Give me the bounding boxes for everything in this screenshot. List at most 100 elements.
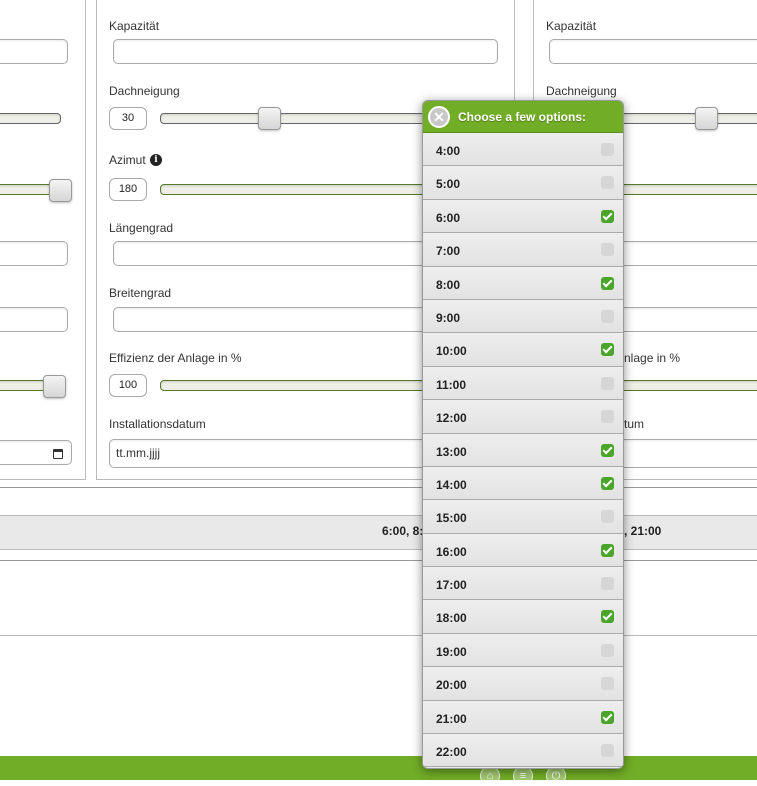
section-divider [0, 635, 757, 636]
checked-checkbox-icon[interactable] [601, 710, 614, 724]
option-label: 8:00 [436, 277, 461, 292]
selected-hours-text: 6:00, 8: [382, 524, 424, 538]
left-kapazitaet-input[interactable] [0, 39, 68, 64]
option-label: 14:00 [436, 477, 467, 492]
option-label: 22:00 [436, 745, 467, 760]
calendar-icon[interactable] [53, 449, 63, 459]
dachneigung-number-input[interactable]: 30 [109, 107, 147, 130]
option-label: 9:00 [436, 310, 461, 325]
option-15-00[interactable]: 15:00 [423, 500, 623, 534]
effizienz-slider-track[interactable] [160, 380, 440, 391]
menu-icon[interactable]: ≡ [513, 766, 533, 786]
unchecked-checkbox-icon[interactable] [601, 143, 614, 156]
unchecked-checkbox-icon[interactable] [601, 744, 614, 758]
unchecked-checkbox-icon[interactable] [601, 376, 614, 390]
option-label: 18:00 [436, 611, 467, 626]
right-dachneigung-slider-handle[interactable] [695, 107, 718, 130]
option-5-00[interactable]: 5:00 [423, 166, 623, 200]
option-13-00[interactable]: 13:00 [423, 433, 623, 467]
kapazitaet-label: Kapazität [109, 19, 160, 33]
option-label: 20:00 [436, 678, 467, 693]
option-label: 11:00 [436, 377, 467, 392]
unchecked-checkbox-icon[interactable] [601, 510, 614, 524]
info-icon[interactable]: i [150, 154, 162, 166]
option-8-00[interactable]: 8:00 [423, 266, 623, 300]
right-effizienz-label: nlage in % [624, 351, 681, 365]
installationsdatum-label: Installationsdatum [109, 417, 206, 431]
right-kapazitaet-input[interactable] [549, 39, 757, 64]
laengengrad-label: Längengrad [109, 221, 174, 235]
breitengrad-label: Breitengrad [109, 286, 172, 300]
section-divider [0, 487, 757, 488]
option-11-00[interactable]: 11:00 [423, 366, 623, 401]
option-label: 17:00 [436, 578, 467, 593]
right-kapazitaet-label: Kapazität [546, 19, 597, 33]
option-17-00[interactable]: 17:00 [423, 567, 623, 601]
option-22-00[interactable]: 22:00 [423, 734, 623, 768]
option-6-00[interactable]: 6:00 [423, 199, 623, 234]
dachneigung-label: Dachneigung [109, 84, 180, 98]
options-list: 4:00 5:00 6:00 7:00 8:00 9:00 10:00 11:00 12:00 1… [423, 133, 623, 768]
left-settings-panel [0, 0, 86, 480]
right-installationsdatum-label: tum [624, 417, 645, 431]
close-icon[interactable]: ✕ [428, 106, 450, 128]
hour-select-popup: ✕ Choose a few options: 4:00 5:00 6:00 7:00… [422, 100, 624, 769]
unchecked-checkbox-icon[interactable] [601, 243, 614, 257]
option-16-00[interactable]: 16:00 [423, 533, 623, 568]
unchecked-checkbox-icon[interactable] [601, 677, 614, 691]
left-laengengrad-input[interactable] [0, 241, 68, 266]
option-label: 10:00 [436, 344, 467, 359]
laengengrad-input[interactable] [113, 241, 443, 266]
checked-checkbox-icon[interactable] [601, 209, 614, 223]
checked-checkbox-icon[interactable] [601, 476, 614, 490]
left-azimut-slider-handle[interactable] [49, 179, 72, 202]
option-label: 13:00 [436, 444, 467, 459]
option-label: 19:00 [436, 644, 467, 659]
left-effizienz-slider-handle[interactable] [43, 375, 66, 398]
option-label: 21:00 [436, 711, 467, 726]
option-4-00[interactable]: 4:00 [423, 133, 623, 167]
option-12-00[interactable]: 12:00 [423, 400, 623, 434]
popup-title: Choose a few options: [458, 110, 587, 124]
option-18-00[interactable]: 18:00 [423, 600, 623, 634]
kapazitaet-input[interactable] [113, 39, 498, 64]
unchecked-checkbox-icon[interactable] [601, 410, 614, 424]
left-dachneigung-slider-track[interactable] [0, 113, 61, 124]
installationsdatum-input[interactable]: tt.mm.jjjj [109, 439, 443, 468]
home-icon[interactable]: ⌂ [480, 766, 500, 786]
option-label: 12:00 [436, 411, 467, 426]
dachneigung-slider-handle[interactable] [258, 107, 281, 130]
unchecked-checkbox-icon[interactable] [601, 176, 614, 190]
checked-checkbox-icon[interactable] [601, 276, 614, 290]
checked-checkbox-icon[interactable] [601, 343, 614, 357]
section-divider [0, 560, 757, 561]
breitengrad-input[interactable] [113, 307, 443, 332]
option-20-00[interactable]: 20:00 [423, 667, 623, 701]
option-9-00[interactable]: 9:00 [423, 299, 623, 334]
option-21-00[interactable]: 21:00 [423, 700, 623, 735]
effizienz-number-input[interactable]: 100 [109, 374, 147, 397]
option-10-00[interactable]: 10:00 [423, 333, 623, 367]
unchecked-checkbox-icon[interactable] [601, 577, 614, 591]
azimut-slider-track[interactable] [160, 184, 440, 195]
option-label: 16:00 [436, 544, 467, 559]
unchecked-checkbox-icon[interactable] [601, 309, 614, 323]
right-dachneigung-label: Dachneigung [546, 84, 617, 98]
option-label: 15:00 [436, 511, 467, 526]
checked-checkbox-icon[interactable] [601, 543, 614, 557]
azimut-label: Azimut [109, 153, 146, 167]
option-label: 6:00 [436, 210, 461, 225]
option-label: 7:00 [436, 244, 461, 259]
dachneigung-slider-track[interactable] [160, 113, 440, 124]
power-icon[interactable]: ⏻ [546, 766, 566, 786]
option-14-00[interactable]: 14:00 [423, 466, 623, 501]
option-7-00[interactable]: 7:00 [423, 233, 623, 267]
option-19-00[interactable]: 19:00 [423, 633, 623, 668]
azimut-number-input[interactable]: 180 [109, 178, 147, 201]
checked-checkbox-icon[interactable] [601, 610, 614, 624]
popup-header: ✕ Choose a few options: [423, 101, 623, 133]
effizienz-label: Effizienz der Anlage in % [109, 351, 242, 365]
checked-checkbox-icon[interactable] [601, 443, 614, 457]
unchecked-checkbox-icon[interactable] [601, 643, 614, 657]
left-breitengrad-input[interactable] [0, 307, 68, 332]
